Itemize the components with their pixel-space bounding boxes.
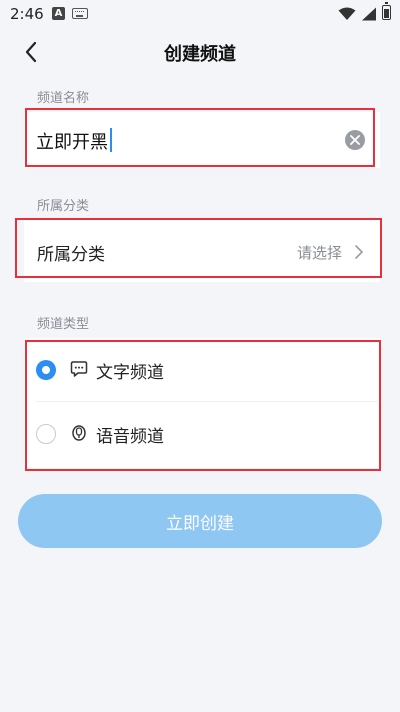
category-select-value[interactable]: 请选择 — [297, 242, 342, 263]
option-label: 文字频道 — [96, 363, 164, 383]
close-icon — [350, 135, 360, 145]
notification-a-icon: A — [52, 7, 65, 20]
chat-bubble-icon — [70, 361, 88, 377]
channel-type-label: 频道类型 — [37, 317, 90, 332]
channel-type-option-text[interactable]: 文字频道 — [24, 338, 380, 402]
clear-input-button[interactable] — [345, 130, 365, 150]
wifi-icon — [338, 7, 356, 20]
create-channel-screen: 2:46 A 创建频道 频道名称 所属分类 所属分类 请选择 频道类型 — [0, 0, 400, 712]
text-cursor — [110, 128, 112, 152]
channel-name-label: 频道名称 — [37, 91, 90, 106]
battery-icon — [382, 2, 391, 20]
keyboard-icon — [72, 8, 88, 19]
category-section-label: 所属分类 — [37, 199, 90, 214]
channel-name-input[interactable] — [36, 124, 336, 158]
category-row-label: 所属分类 — [37, 245, 105, 265]
create-channel-button[interactable]: 立即创建 — [18, 494, 382, 548]
radio-selected-icon[interactable] — [36, 360, 56, 380]
page-title: 创建频道 — [164, 44, 236, 65]
signal-icon — [362, 7, 376, 21]
status-bar: 2:46 A — [0, 0, 400, 28]
status-time: 2:46 — [10, 5, 44, 23]
radio-unselected-icon[interactable] — [36, 424, 56, 444]
chevron-right-icon — [355, 245, 363, 259]
microphone-icon — [72, 425, 86, 441]
option-label: 语音频道 — [96, 427, 164, 447]
channel-type-option-voice[interactable]: 语音频道 — [24, 402, 380, 466]
